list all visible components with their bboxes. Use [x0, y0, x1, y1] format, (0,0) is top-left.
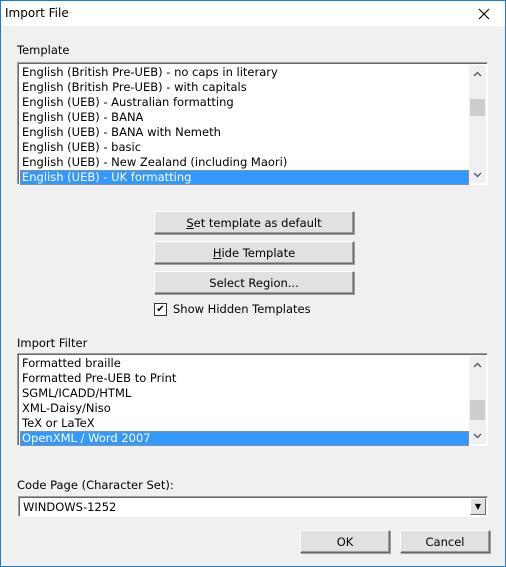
hide-template-button[interactable]: Hide Template — [154, 241, 354, 264]
code-page-dropdown[interactable]: WINDOWS-1252 ▼ — [18, 496, 488, 517]
list-item[interactable]: English (UEB) - Australian formatting — [20, 95, 469, 110]
close-button[interactable] — [467, 1, 501, 26]
code-page-dropdown-button[interactable]: ▼ — [470, 498, 486, 515]
scroll-up-button[interactable] — [469, 356, 486, 373]
set-template-default-button[interactable]: Set template as default — [154, 211, 354, 234]
import-file-dialog: Import File Template English (British Pr… — [0, 0, 506, 567]
show-hidden-templates-label: Show Hidden Templates — [173, 302, 311, 316]
dropdown-arrow-icon: ▼ — [474, 502, 482, 511]
button-label: Cancel — [425, 534, 465, 549]
checkmark-icon: ✔ — [156, 303, 165, 315]
chevron-down-icon — [473, 432, 482, 439]
list-item[interactable]: English (UEB) - New Zealand (including M… — [20, 155, 469, 170]
chevron-up-icon — [473, 361, 482, 368]
show-hidden-templates-checkbox[interactable]: ✔ — [154, 302, 167, 316]
template-listbox[interactable]: English (British Pre-UEB) - no caps in l… — [17, 62, 488, 185]
import-filter-scrollbar[interactable] — [469, 356, 486, 444]
list-item[interactable]: Formatted braille — [20, 356, 469, 371]
list-item[interactable]: English (British Pre-UEB) - with capital… — [20, 80, 469, 95]
scroll-down-button[interactable] — [469, 427, 486, 444]
scroll-thumb[interactable] — [470, 99, 485, 116]
show-hidden-templates-row[interactable]: ✔ Show Hidden Templates — [154, 302, 311, 316]
list-item[interactable]: English (British Pre-UEB) - no caps in l… — [20, 65, 469, 80]
button-label: OK — [336, 534, 354, 549]
accelerator-key: S — [186, 215, 194, 230]
close-icon — [478, 8, 490, 19]
list-item[interactable]: XML-Daisy/Niso — [20, 401, 469, 416]
list-item[interactable]: TeX or LaTeX — [20, 416, 469, 431]
list-item[interactable]: English (UEB) - basic — [20, 140, 469, 155]
scroll-up-button[interactable] — [469, 65, 486, 82]
import-filter-listbox[interactable]: Formatted braille Formatted Pre-UEB to Pr… — [17, 353, 488, 446]
list-item[interactable]: SGML/ICADD/HTML — [20, 386, 469, 401]
scroll-down-button[interactable] — [469, 166, 486, 183]
window-title: Import File — [5, 6, 69, 20]
template-label: Template — [17, 43, 70, 57]
select-region-button[interactable]: Select Region... — [154, 271, 354, 294]
template-list-items: English (British Pre-UEB) - no caps in l… — [20, 65, 469, 185]
cancel-button[interactable]: Cancel — [400, 530, 490, 553]
import-filter-list-items: Formatted braille Formatted Pre-UEB to Pr… — [20, 356, 469, 446]
scroll-thumb[interactable] — [470, 400, 485, 420]
button-label: Select Region... — [209, 275, 299, 290]
list-item[interactable]: OpenXML / Word 2007 — [20, 431, 469, 446]
chevron-down-icon — [473, 171, 482, 178]
list-item[interactable]: English (UEB) - BANA with Nemeth — [20, 125, 469, 140]
ok-button[interactable]: OK — [300, 530, 390, 553]
import-filter-label: Import Filter — [17, 336, 88, 350]
list-item[interactable]: English (UEB) - BANA — [20, 110, 469, 125]
code-page-label: Code Page (Character Set): — [17, 478, 174, 492]
accelerator-key: H — [212, 245, 222, 260]
button-label: et template as default — [193, 215, 322, 230]
list-item[interactable]: Formatted Pre-UEB to Print — [20, 371, 469, 386]
list-item[interactable]: English (UEB) - UK formatting — [20, 170, 469, 185]
chevron-up-icon — [473, 70, 482, 77]
button-label: ide Template — [221, 245, 296, 260]
template-scrollbar[interactable] — [469, 65, 486, 183]
code-page-value: WINDOWS-1252 — [23, 500, 117, 514]
title-bar: Import File — [1, 1, 505, 26]
